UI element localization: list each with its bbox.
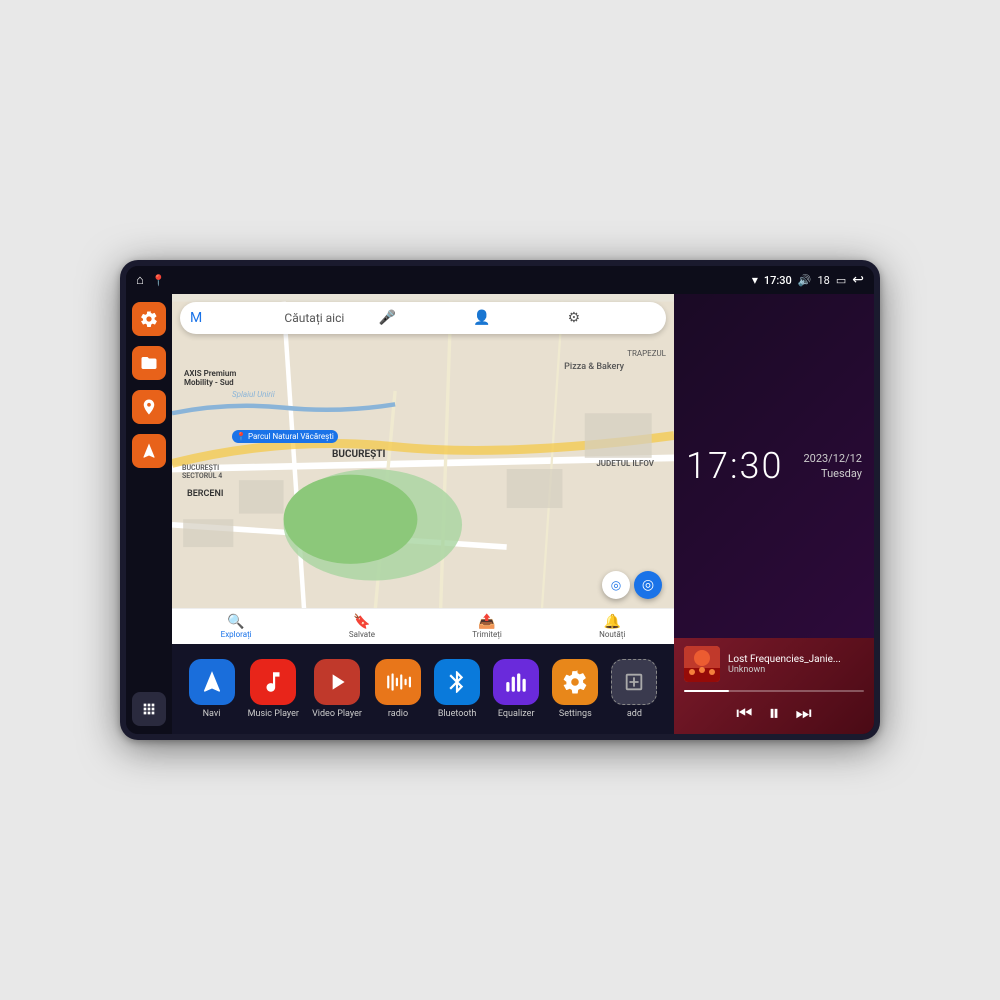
map-label-splaiul: Splaiul Unirii — [232, 390, 275, 399]
status-left: ⌂ 📍 — [136, 272, 166, 288]
map-tabs: 🔍 Explorați 🔖 Salvate 📤 Trimiteți � — [172, 608, 674, 644]
map-label-buc: BUCUREȘTI — [332, 449, 385, 460]
right-panel: 17:30 2023/12/12 Tuesday — [674, 294, 874, 734]
map-tab-trimiteti[interactable]: 📤 Trimiteți — [472, 614, 502, 639]
app-navi[interactable]: Navi — [189, 659, 235, 719]
sidebar — [126, 294, 172, 734]
map-label-trap: TRAPEZUL — [627, 349, 666, 358]
app-eq-label: Equalizer — [498, 709, 535, 719]
sidebar-map-button[interactable] — [132, 390, 166, 424]
status-bar: ⌂ 📍 ▾ 17:30 🔊 18 ▭ ↩ — [126, 266, 874, 294]
app-settings-label: Settings — [559, 709, 592, 719]
wifi-icon: ▾ — [752, 273, 758, 287]
settings-icon-bg — [552, 659, 598, 705]
eq-icon-bg — [493, 659, 539, 705]
app-dock: Navi Music Player Video Player — [172, 644, 674, 734]
map-label-axis: AXIS PremiumMobility - Sud — [184, 369, 236, 387]
clock-date-area: 2023/12/12 Tuesday — [803, 451, 862, 482]
prev-button[interactable]: ⏮ — [736, 703, 752, 724]
map-svg — [172, 294, 674, 644]
home-icon[interactable]: ⌂ — [136, 272, 144, 288]
music-controls: ⏮ ⏸ ⏭ — [684, 700, 864, 726]
app-add-label: add — [627, 709, 642, 719]
album-art — [684, 646, 720, 682]
app-settings[interactable]: Settings — [552, 659, 598, 719]
map-search-bar[interactable]: M Căutați aici 🎤 👤 ⚙ — [180, 302, 666, 334]
tab-label-trimiteti: Trimiteți — [472, 630, 502, 639]
add-icon-bg — [611, 659, 657, 705]
app-music-player[interactable]: Music Player — [248, 659, 299, 719]
map-label-berceni: BERCENI — [187, 489, 223, 499]
map-label-pizza: Pizza & Bakery — [564, 362, 624, 372]
center-area: M Căutați aici 🎤 👤 ⚙ AXIS PremiumMobilit… — [172, 294, 674, 734]
progress-fill — [684, 690, 729, 692]
app-music-label: Music Player — [248, 709, 299, 719]
map-container[interactable]: M Căutați aici 🎤 👤 ⚙ AXIS PremiumMobilit… — [172, 294, 674, 644]
clock-area: 17:30 2023/12/12 Tuesday — [674, 294, 874, 638]
battery-icon: ▭ — [836, 274, 846, 287]
nav-button[interactable]: ◎ — [634, 571, 662, 599]
battery-level: 18 — [817, 274, 829, 287]
back-icon[interactable]: ↩ — [852, 272, 864, 288]
progress-bar[interactable] — [684, 690, 864, 692]
map-label-bucsect: BUCUREȘTISECTORUL 4 — [182, 464, 222, 480]
map-tab-salvate[interactable]: 🔖 Salvate — [349, 614, 375, 639]
app-radio[interactable]: radio — [375, 659, 421, 719]
clock-display: 17:30 — [686, 445, 783, 487]
tab-label-salvate: Salvate — [349, 630, 375, 639]
bluetooth-icon-bg — [434, 659, 480, 705]
app-video-label: Video Player — [312, 709, 362, 719]
track-details: Lost Frequencies_Janie... Unknown — [728, 654, 864, 675]
device: ⌂ 📍 ▾ 17:30 🔊 18 ▭ ↩ — [120, 260, 880, 740]
sidebar-apps-button[interactable] — [132, 692, 166, 726]
sidebar-settings-button[interactable] — [132, 302, 166, 336]
map-pin-parc: 📍 Parcul Natural Văcărești — [232, 424, 338, 443]
status-right: ▾ 17:30 🔊 18 ▭ ↩ — [752, 272, 864, 288]
app-equalizer[interactable]: Equalizer — [493, 659, 539, 719]
map-label-judet: JUDETUL ILFOV — [596, 459, 654, 468]
app-bluetooth[interactable]: Bluetooth — [434, 659, 480, 719]
next-button[interactable]: ⏭ — [796, 703, 812, 724]
music-player-panel: Lost Frequencies_Janie... Unknown ⏮ ⏸ ⏭ — [674, 638, 874, 734]
map-status-icon[interactable]: 📍 — [152, 274, 166, 287]
map-tab-explorati[interactable]: 🔍 Explorați — [221, 614, 252, 639]
radio-icon-bg — [375, 659, 421, 705]
navi-icon-bg — [189, 659, 235, 705]
app-navi-label: Navi — [203, 709, 221, 719]
video-icon-bg — [314, 659, 360, 705]
clock-status: 17:30 — [764, 274, 792, 287]
search-placeholder: Căutați aici — [284, 311, 372, 325]
clock-time: 17:30 — [686, 445, 783, 487]
track-info: Lost Frequencies_Janie... Unknown — [684, 646, 864, 682]
tab-label-noutati: Noutăți — [599, 630, 625, 639]
clock-date: 2023/12/12 Tuesday — [803, 451, 862, 482]
map-tab-noutati[interactable]: 🔔 Noutăți — [599, 614, 625, 639]
track-name: Lost Frequencies_Janie... — [728, 654, 864, 665]
app-radio-label: radio — [388, 709, 408, 719]
app-video-player[interactable]: Video Player — [312, 659, 362, 719]
track-artist: Unknown — [728, 665, 864, 675]
app-bluetooth-label: Bluetooth — [438, 709, 477, 719]
music-icon-bg — [250, 659, 296, 705]
main-area: M Căutați aici 🎤 👤 ⚙ AXIS PremiumMobilit… — [126, 294, 874, 734]
sidebar-files-button[interactable] — [132, 346, 166, 380]
pause-button[interactable]: ⏸ — [768, 700, 779, 726]
gps-button[interactable]: ◎ — [602, 571, 630, 599]
tab-label-explorati: Explorați — [221, 630, 252, 639]
device-screen: ⌂ 📍 ▾ 17:30 🔊 18 ▭ ↩ — [126, 266, 874, 734]
volume-icon: 🔊 — [798, 274, 812, 287]
sidebar-nav-button[interactable] — [132, 434, 166, 468]
app-add[interactable]: add — [611, 659, 657, 719]
